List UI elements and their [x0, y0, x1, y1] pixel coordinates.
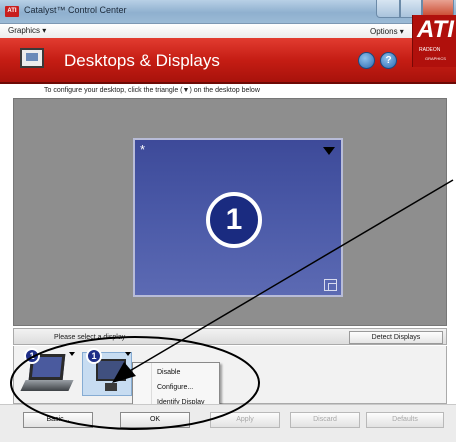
apply-button[interactable]: Apply: [210, 412, 280, 428]
desktop-menu-triangle-icon[interactable]: [323, 147, 335, 155]
home-button[interactable]: [358, 52, 375, 69]
select-display-label: Please select a display: [54, 334, 126, 341]
menu-item-disable[interactable]: Disable: [157, 369, 180, 376]
page-title: Desktops & Displays: [64, 51, 220, 70]
title-bar[interactable]: ATI Catalyst™ Control Center: [0, 0, 456, 24]
menu-item-configure[interactable]: Configure...: [157, 384, 193, 391]
graphics-text: GRAPHICS: [425, 56, 446, 61]
monitor-menu-triangle-icon[interactable]: [125, 352, 131, 356]
instruction-text: To configure your desktop, click the tri…: [44, 87, 260, 94]
display-thumbnails-strip: [13, 346, 447, 404]
monitor-screen-icon: [96, 359, 126, 381]
menu-bar: Graphics ▾ Options ▾: [0, 24, 456, 38]
monitor-stand-icon: [105, 383, 117, 391]
page-header: Desktops & Displays ?: [0, 38, 456, 84]
detect-displays-button[interactable]: Detect Displays: [349, 331, 443, 344]
options-menu[interactable]: Options ▾: [370, 27, 404, 36]
graphics-menu[interactable]: Graphics ▾: [8, 26, 46, 35]
ok-button[interactable]: OK: [120, 412, 190, 428]
discard-button[interactable]: Discard: [290, 412, 360, 428]
radeon-text: RADEON: [419, 47, 441, 53]
desktop-tile[interactable]: * 1: [133, 138, 343, 297]
ati-logo-text: ATI: [417, 16, 454, 43]
laptop-display-badge: 1: [24, 348, 40, 364]
desktop-display-icon: [20, 48, 44, 68]
laptop-base-icon: [20, 380, 74, 391]
defaults-button[interactable]: Defaults: [366, 412, 444, 428]
help-button[interactable]: ?: [380, 52, 397, 69]
primary-desktop-marker: *: [140, 142, 146, 157]
ati-app-icon: ATI: [5, 6, 19, 17]
ati-radeon-logo: ATI RADEON GRAPHICS: [412, 15, 456, 67]
basic-button[interactable]: Basic...: [23, 412, 93, 428]
minimize-icon[interactable]: [376, 0, 400, 18]
monitor-display-badge: 1: [86, 348, 102, 364]
window-title: Catalyst™ Control Center: [24, 5, 127, 15]
clone-icon: [324, 279, 337, 291]
laptop-menu-triangle-icon[interactable]: [69, 352, 75, 356]
display-number-badge: 1: [206, 192, 262, 248]
catalyst-control-center-window: ATI Catalyst™ Control Center Graphics ▾ …: [0, 0, 456, 442]
